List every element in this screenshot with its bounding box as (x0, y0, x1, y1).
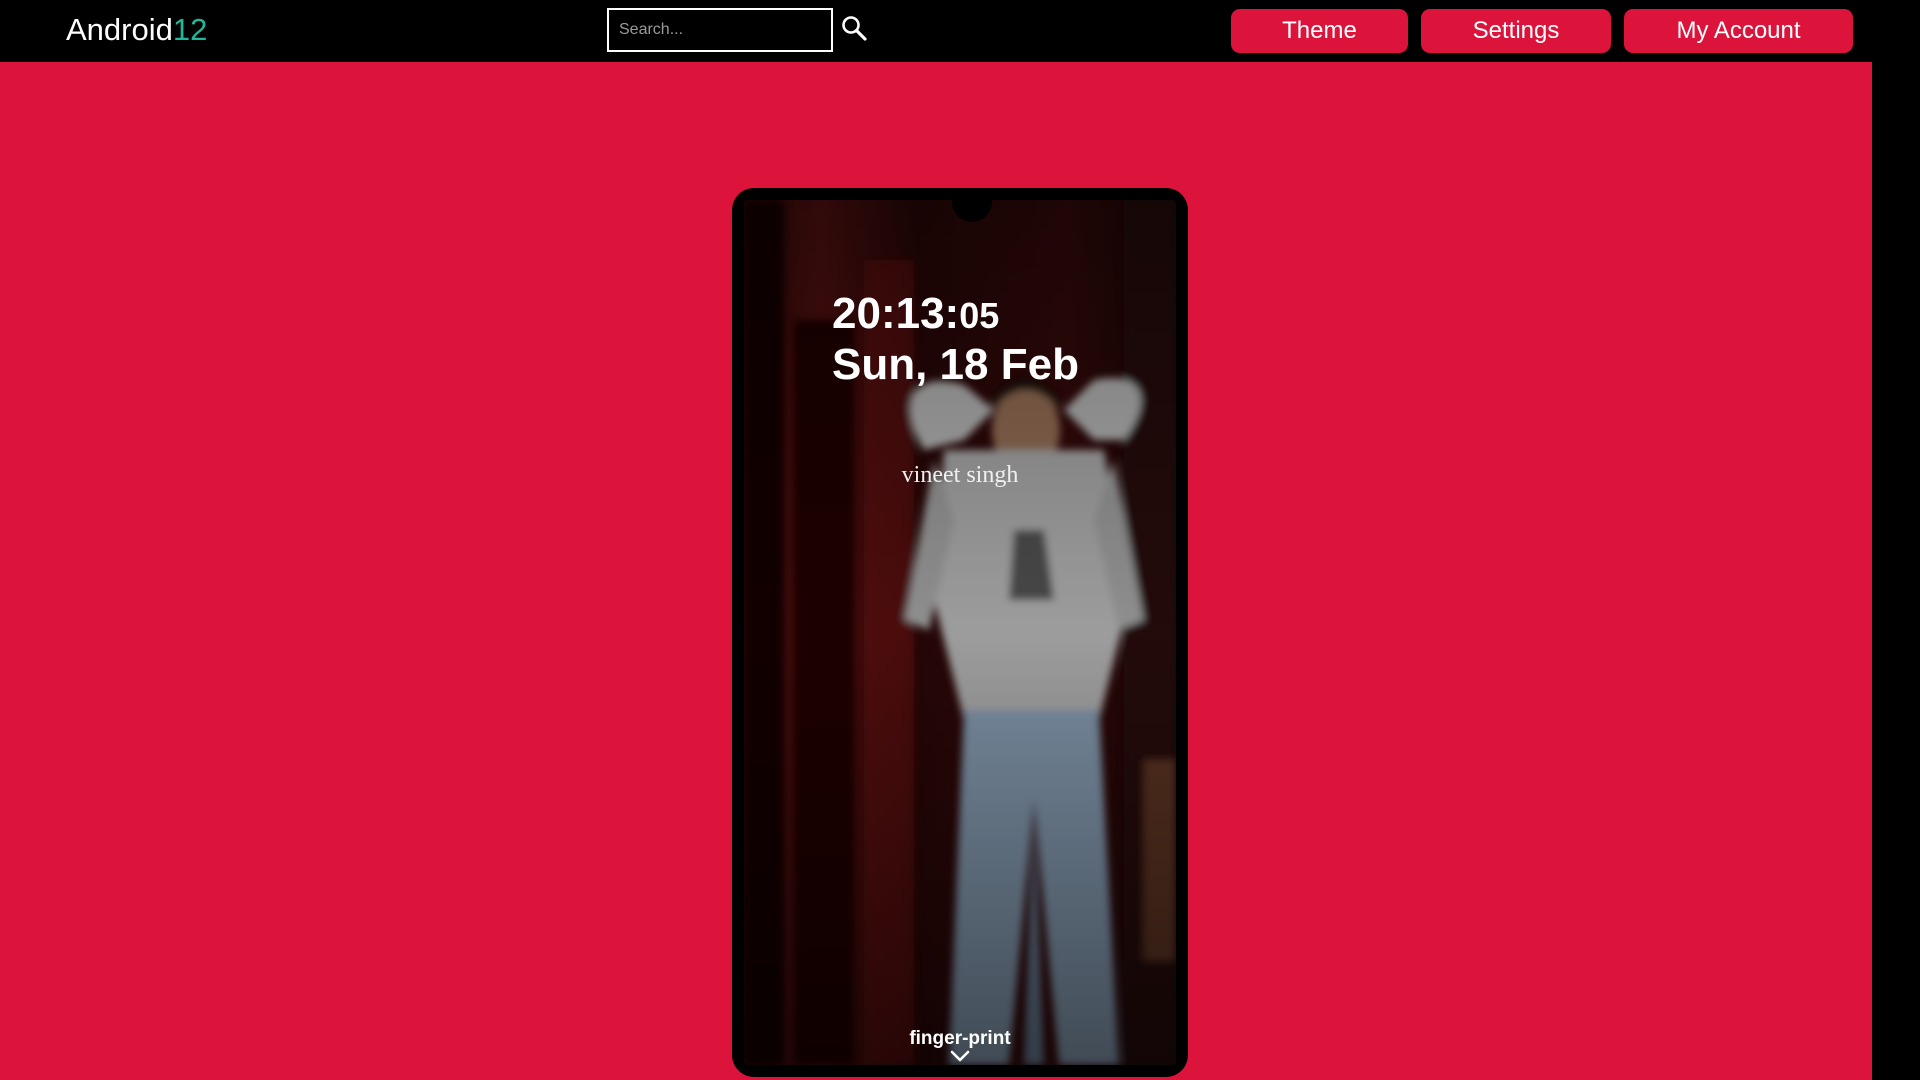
top-navbar: Android12 Theme Settings My Account (0, 0, 1920, 62)
settings-button[interactable]: Settings (1421, 9, 1611, 53)
brand-version: 12 (172, 12, 208, 47)
fingerprint-unlock[interactable]: finger-print (744, 1028, 1176, 1050)
lockscreen-date: Sun, 18 Feb (832, 340, 1079, 389)
theme-button[interactable]: Theme (1231, 9, 1408, 53)
chevron-down-icon[interactable] (950, 1050, 970, 1062)
search-input[interactable] (607, 8, 833, 52)
clock-seconds: 05 (959, 295, 1000, 336)
clock-hours-minutes: 20:13: (832, 289, 960, 338)
phone-mockup: 20:13:05 Sun, 18 Feb vineet singh finger… (732, 188, 1188, 1077)
lockscreen-clock: 20:13:05 (832, 288, 999, 342)
main-content: 20:13:05 Sun, 18 Feb vineet singh finger… (0, 62, 1872, 1080)
owner-name: vineet singh (901, 462, 1019, 488)
my-account-button[interactable]: My Account (1624, 9, 1853, 53)
brand-logo[interactable]: Android12 (66, 10, 207, 50)
lock-screen[interactable]: 20:13:05 Sun, 18 Feb vineet singh finger… (744, 200, 1176, 1065)
brand-text: Android (66, 12, 173, 47)
search-icon[interactable] (840, 14, 868, 42)
